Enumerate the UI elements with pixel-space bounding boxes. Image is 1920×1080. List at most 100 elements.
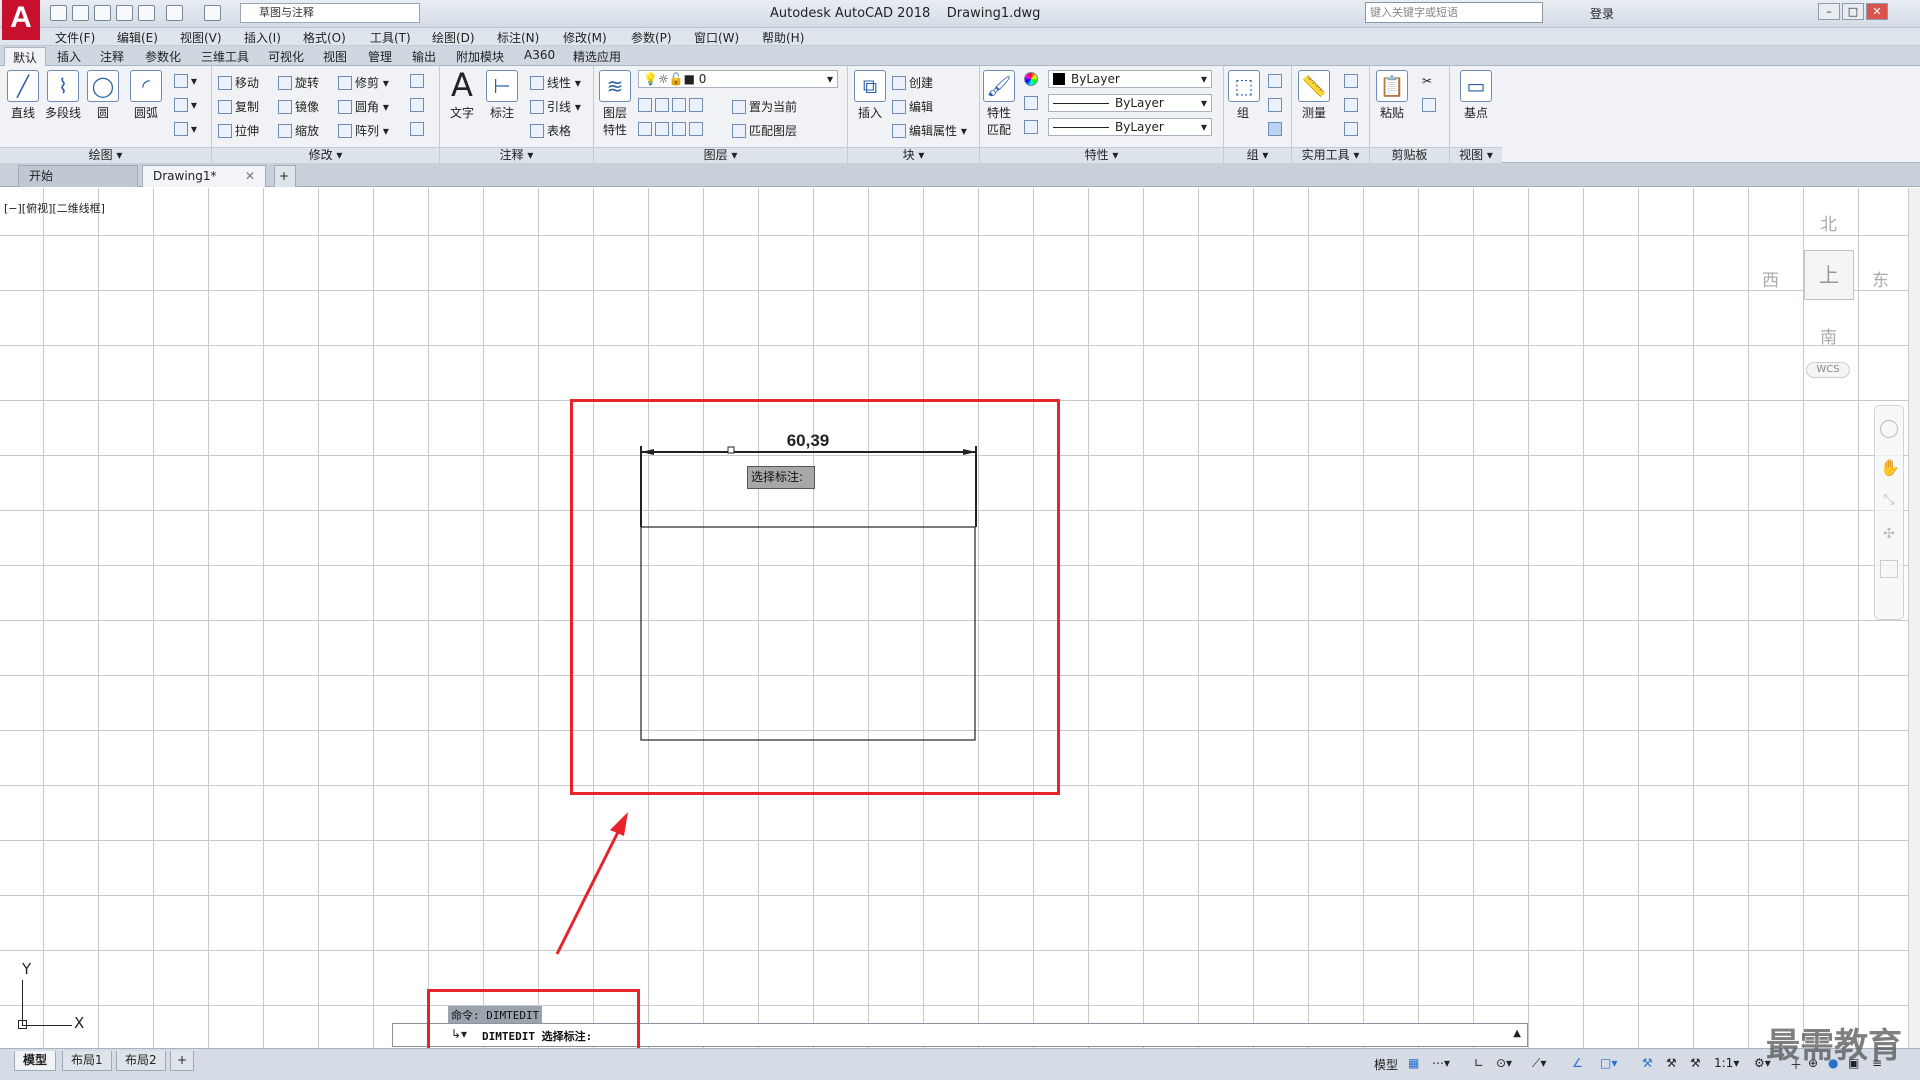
object-snap-icon[interactable]: □▾ [1600,1056,1617,1070]
copy-button[interactable]: 复制 [218,98,259,115]
color-wheel-icon[interactable] [1024,72,1041,86]
rectangle-button[interactable]: ▾ [174,74,197,88]
paste-button[interactable]: 📋 粘贴 [1374,70,1410,121]
menu-file[interactable]: 文件(F) [55,29,95,46]
layer-tools-row2[interactable] [638,122,706,136]
tab-a360[interactable]: A360 [524,48,555,62]
open-icon[interactable] [72,5,89,21]
trim-button[interactable]: 修剪 ▾ [338,74,389,91]
panel-layers-title[interactable]: 图层 ▾ [594,147,847,163]
tab-default[interactable]: 默认 [4,47,47,66]
menu-parametric[interactable]: 参数(P) [631,29,672,46]
model-space-toggle[interactable]: 模型 [1374,1056,1398,1073]
tab-featured-apps[interactable]: 精选应用 [573,48,621,65]
base-point-button[interactable]: ▭ 基点 [1458,70,1494,121]
close-button[interactable]: ✕ [1866,3,1888,20]
explode-button[interactable] [410,122,427,136]
match-layer-button[interactable]: 匹配图层 [732,122,797,139]
panel-draw-title[interactable]: 绘图 ▾ [0,147,211,163]
point-icon[interactable] [1344,98,1361,112]
table-button[interactable]: 表格 [530,122,571,139]
leader-button[interactable]: 引线 ▾ [530,98,581,115]
command-history-toggle-icon[interactable]: ▲ [1513,1028,1521,1039]
linetype-select[interactable]: ByLayer ▾ [1048,94,1212,112]
tab-start[interactable]: 开始 [18,165,138,187]
tab-insert[interactable]: 插入 [57,48,81,65]
tab-drawing1[interactable]: Drawing1* ✕ [142,165,266,187]
grid-icon[interactable]: ▦ [1408,1056,1419,1070]
layout-tab-1[interactable]: 布局1 [62,1051,112,1071]
rotate-button[interactable]: 旋转 [278,74,319,91]
minimize-button[interactable]: – [1818,3,1840,20]
create-block-button[interactable]: 创建 [892,74,933,91]
offset-button[interactable] [410,98,427,112]
tab-annotate[interactable]: 注释 [100,48,124,65]
menu-view[interactable]: 视图(V) [180,29,222,46]
ortho-icon[interactable]: ∟ [1474,1056,1484,1070]
set-current-button[interactable]: 置为当前 [732,98,797,115]
tab-view[interactable]: 视图 [323,48,347,65]
menu-help[interactable]: 帮助(H) [762,29,804,46]
stretch-button[interactable]: 拉伸 [218,122,259,139]
isodraft-icon[interactable]: ⟋▾ [1532,1056,1546,1071]
color-select[interactable]: ByLayer ▾ [1048,70,1212,88]
menu-dimension[interactable]: 标注(N) [497,29,539,46]
search-input[interactable]: 键入关键字或短语 [1365,2,1543,23]
menu-edit[interactable]: 编辑(E) [117,29,158,46]
layout-tab-model[interactable]: 模型 [14,1051,57,1071]
snap-icon[interactable]: ⋯▾ [1432,1056,1450,1070]
autocad-logo-icon[interactable]: A [2,0,40,40]
tab-visualize[interactable]: 可视化 [268,48,304,65]
panel-properties-title[interactable]: 特性 ▾ [980,147,1223,163]
save-as-icon[interactable] [116,5,133,21]
array-button[interactable]: 阵列 ▾ [338,122,389,139]
polyline-button[interactable]: ⌇ 多段线 [42,70,84,121]
quick-select-icon[interactable] [1344,74,1361,88]
menu-window[interactable]: 窗口(W) [694,29,739,46]
annotation-scale-value[interactable]: 1:1▾ [1714,1056,1739,1070]
redo-icon[interactable] [204,5,221,21]
menu-tools[interactable]: 工具(T) [370,29,411,46]
move-button[interactable]: 移动 [218,74,259,91]
menu-modify[interactable]: 修改(M) [563,29,607,46]
polar-icon[interactable]: ⊙▾ [1496,1056,1512,1070]
login-link[interactable]: 登录 [1590,5,1614,22]
annotation-scale-icon[interactable]: ⚒ [1690,1056,1701,1070]
arc-button[interactable]: ◜ 圆弧 [126,70,166,121]
ungroup-icon[interactable] [1268,74,1285,88]
group-button[interactable]: ⬚ 组 [1228,70,1260,121]
ellipse-button[interactable]: ▾ [174,98,197,112]
layer-tools-row1[interactable] [638,98,706,112]
tab-parametric[interactable]: 参数化 [145,48,181,65]
erase-button[interactable] [410,74,427,88]
calculator-icon[interactable] [1344,122,1361,136]
workspace-select[interactable]: 草图与注释 [240,3,420,23]
line-button[interactable]: ╱ 直线 [6,70,40,121]
scale-button[interactable]: 缩放 [278,122,319,139]
close-tab-icon[interactable]: ✕ [245,166,255,186]
print-icon[interactable] [138,5,155,21]
layer-properties-button[interactable]: ≋ 图层特性 [598,70,632,138]
layout-tab-2[interactable]: 布局2 [116,1051,166,1071]
tab-output[interactable]: 输出 [412,48,436,65]
fillet-button[interactable]: 圆角 ▾ [338,98,389,115]
circle-button[interactable]: ◯ 圆 [86,70,120,121]
annotation-visibility-icon[interactable]: ⚒ [1642,1056,1653,1070]
add-layout-button[interactable]: + [170,1051,195,1071]
new-icon[interactable] [50,5,67,21]
measure-button[interactable]: 📏 测量 [1294,70,1334,121]
transparency-icon[interactable] [1024,120,1041,134]
group-select-icon[interactable] [1268,122,1285,136]
group-edit-icon[interactable] [1268,98,1285,112]
dimension-button[interactable]: ⊢ 标注 [484,70,520,121]
vertical-scrollbar[interactable] [1908,188,1920,1048]
copy-clip-icon[interactable] [1422,98,1439,112]
cut-icon[interactable]: ✂ [1422,74,1432,88]
tab-3d-tools[interactable]: 三维工具 [201,48,249,65]
maximize-button[interactable]: □ [1842,3,1864,20]
insert-block-button[interactable]: ⧉ 插入 [852,70,888,121]
menu-format[interactable]: 格式(O) [303,29,346,46]
panel-modify-title[interactable]: 修改 ▾ [212,147,439,163]
mirror-button[interactable]: 镜像 [278,98,319,115]
edit-block-button[interactable]: 编辑 [892,98,933,115]
